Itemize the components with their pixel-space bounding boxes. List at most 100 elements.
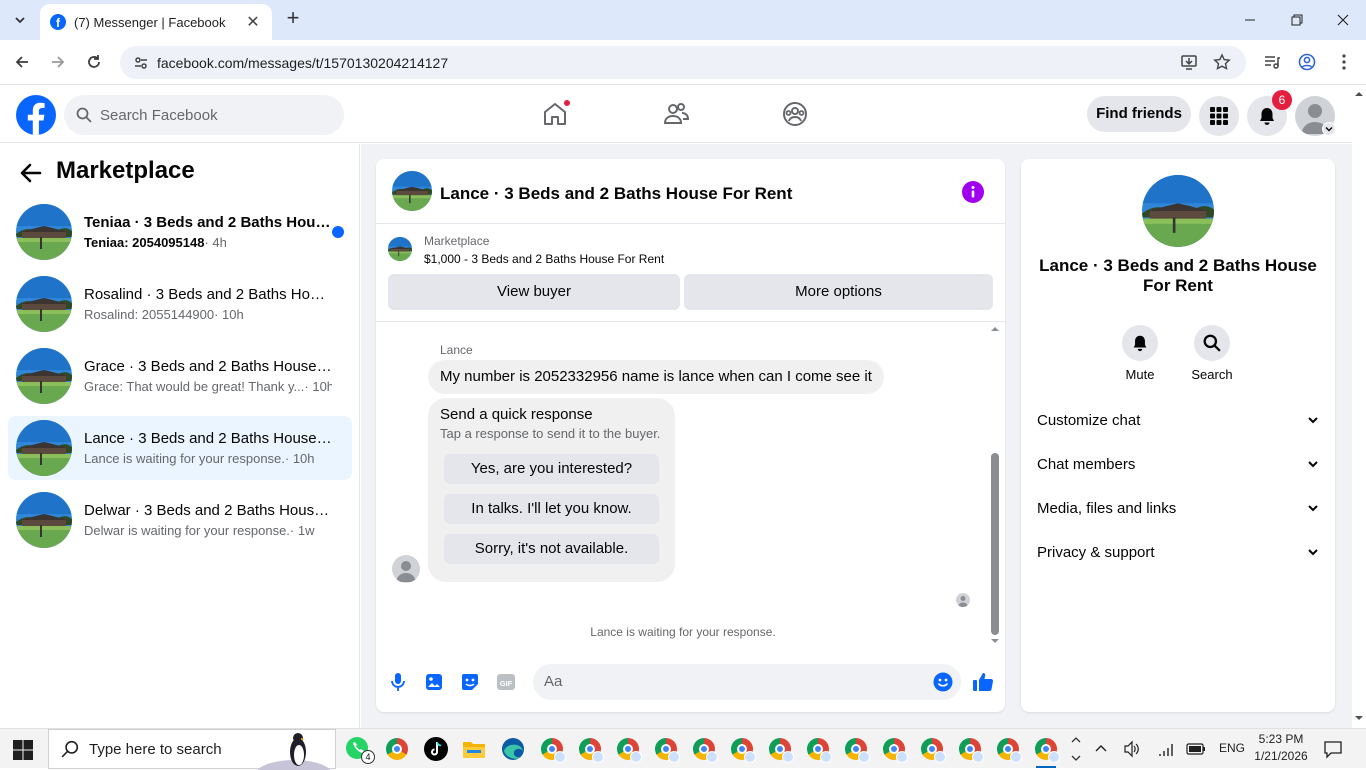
search-label: Search: [1191, 367, 1233, 382]
more-options-button[interactable]: More options: [684, 274, 993, 310]
chrome-profile-icon[interactable]: [805, 736, 832, 763]
chrome-profile-icon[interactable]: [539, 736, 566, 763]
emoji-icon[interactable]: [932, 671, 954, 693]
new-tab-button[interactable]: +: [282, 7, 304, 30]
quick-response-in-talks[interactable]: In talks. I'll let you know.: [444, 494, 659, 524]
back-arrow-icon[interactable]: [18, 160, 44, 186]
chrome-profile-icon[interactable]: [843, 736, 870, 763]
chevron-down-icon: [1308, 461, 1318, 468]
message-input[interactable]: Aa: [533, 664, 961, 700]
chrome-profile-icon[interactable]: [653, 736, 680, 763]
network-icon[interactable]: [1153, 736, 1179, 762]
browser-tab-messenger[interactable]: f (7) Messenger | Facebook ✕: [40, 4, 272, 40]
bell-icon[interactable]: [1122, 325, 1158, 361]
chrome-profile-icon[interactable]: [957, 736, 984, 763]
chat-avatar[interactable]: [392, 171, 432, 211]
conversation-time: · 1w: [289, 523, 315, 538]
media-controls-icon[interactable]: [1262, 52, 1282, 72]
groups-nav-icon[interactable]: [777, 96, 813, 132]
whatsapp-icon[interactable]: 4: [345, 736, 375, 764]
menu-grid-icon[interactable]: [1199, 96, 1239, 136]
chrome-profile-icon[interactable]: [691, 736, 718, 763]
conversation-preview-line: Grace: That would be great! Thank y...· …: [84, 379, 332, 394]
conversation-item[interactable]: Lance · 3 Beds and 2 Baths House For Ren…: [8, 416, 352, 480]
privacy-support-section[interactable]: Privacy & support: [1021, 530, 1335, 574]
chrome-profile-icon[interactable]: [615, 736, 642, 763]
home-nav-icon[interactable]: [537, 96, 573, 132]
quick-response-yes[interactable]: Yes, are you interested?: [444, 454, 659, 484]
chrome-profile-icon[interactable]: [577, 736, 604, 763]
conversation-item[interactable]: Teniaa · 3 Beds and 2 Baths House For Re…: [8, 200, 352, 264]
chat-members-section[interactable]: Chat members: [1021, 442, 1335, 486]
tiktok-icon[interactable]: [423, 736, 449, 762]
quick-response-not-available[interactable]: Sorry, it's not available.: [444, 534, 659, 564]
tab-close-icon[interactable]: ✕: [244, 12, 262, 32]
message-scroll-thumb[interactable]: [991, 453, 999, 635]
tab-search-dropdown-icon[interactable]: [8, 8, 32, 32]
clock-date: 1/21/2026: [1254, 749, 1308, 763]
page-scrollbar[interactable]: [1352, 86, 1366, 728]
bookmark-star-icon[interactable]: [1212, 52, 1232, 72]
notification-center-icon[interactable]: [1320, 736, 1346, 762]
svg-text:GIF: GIF: [500, 679, 513, 688]
chat-title[interactable]: Lance · 3 Beds and 2 Baths House For Ren…: [440, 184, 792, 204]
volume-icon[interactable]: [1119, 736, 1145, 762]
media-files-links-section[interactable]: Media, files and links: [1021, 486, 1335, 530]
facebook-search-input[interactable]: Search Facebook: [64, 95, 344, 135]
conversation-info-icon[interactable]: [962, 181, 984, 203]
info-avatar[interactable]: [1142, 175, 1214, 247]
url-text: facebook.com/messages/t/1570130204214127: [157, 54, 449, 71]
chrome-profile-icon[interactable]: [729, 736, 756, 763]
search-icon[interactable]: [1194, 325, 1230, 361]
address-bar[interactable]: facebook.com/messages/t/1570130204214127: [120, 46, 1246, 79]
chrome-profile-icon[interactable]: [767, 736, 794, 763]
taskbar-overflow-icon[interactable]: [1068, 736, 1084, 762]
mute-action[interactable]: Mute: [1110, 325, 1170, 382]
battery-icon[interactable]: [1183, 736, 1209, 762]
facebook-logo-icon[interactable]: [16, 95, 56, 135]
taskbar-search-box[interactable]: Type here to search: [48, 729, 336, 770]
conversation-item[interactable]: Grace · 3 Beds and 2 Baths House For Ren…: [8, 344, 352, 408]
like-thumb-icon[interactable]: [972, 671, 994, 693]
mute-label: Mute: [1125, 367, 1155, 382]
chrome-profile-active-icon[interactable]: [1033, 736, 1060, 768]
restore-button[interactable]: [1285, 8, 1309, 32]
windows-start-icon[interactable]: [12, 739, 34, 761]
conversation-item[interactable]: Rosalind · 3 Beds and 2 Baths House For …: [8, 272, 352, 336]
search-action[interactable]: Search: [1182, 325, 1242, 382]
gif-icon[interactable]: GIF: [495, 671, 517, 693]
site-info-icon[interactable]: [126, 55, 156, 71]
listing-title: $1,000 - 3 Beds and 2 Baths House For Re…: [424, 252, 665, 266]
sticker-icon[interactable]: [459, 671, 481, 693]
reload-icon[interactable]: [82, 50, 106, 74]
voice-clip-icon[interactable]: [387, 671, 409, 693]
view-buyer-button[interactable]: View buyer: [388, 274, 680, 310]
chrome-profile-icon[interactable]: [995, 736, 1022, 763]
search-icon: [61, 740, 79, 758]
conversation-name: Delwar · 3 Beds and 2 Baths House For Re…: [84, 502, 332, 519]
attach-photo-icon[interactable]: [423, 671, 445, 693]
forward-icon[interactable]: [46, 50, 70, 74]
account-chevron-down-icon[interactable]: [1322, 122, 1336, 136]
close-window-button[interactable]: [1331, 8, 1355, 32]
browser-menu-icon[interactable]: [1334, 52, 1354, 72]
system-clock[interactable]: 5:23 PM 1/21/2026: [1250, 731, 1312, 765]
chrome-profile-icon[interactable]: [881, 736, 908, 763]
conversation-item[interactable]: Delwar · 3 Beds and 2 Baths House For Re…: [8, 488, 352, 552]
install-app-icon[interactable]: [1179, 52, 1199, 72]
browser-profile-icon[interactable]: [1297, 52, 1317, 72]
back-icon[interactable]: [10, 50, 34, 74]
browser-toolbar: facebook.com/messages/t/1570130204214127: [0, 40, 1366, 85]
file-explorer-icon[interactable]: [461, 736, 487, 762]
chrome-icon[interactable]: [384, 736, 410, 762]
show-hidden-icons-icon[interactable]: [1088, 736, 1114, 762]
language-indicator[interactable]: ENG: [1219, 741, 1245, 755]
find-friends-button[interactable]: Find friends: [1087, 96, 1191, 132]
sender-avatar[interactable]: [392, 555, 420, 583]
message-bubble[interactable]: My number is 2052332956 name is lance wh…: [428, 360, 884, 394]
friends-nav-icon[interactable]: [658, 96, 694, 132]
chrome-profile-icon[interactable]: [919, 736, 946, 763]
customize-chat-section[interactable]: Customize chat: [1021, 398, 1335, 442]
edge-icon[interactable]: [500, 736, 526, 762]
minimize-button[interactable]: [1238, 8, 1262, 32]
